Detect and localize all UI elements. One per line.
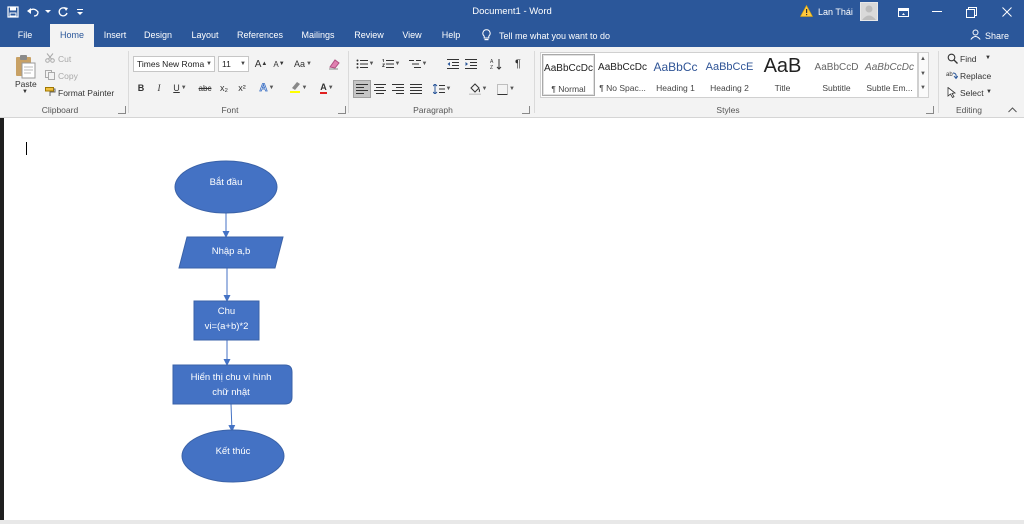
output-label-line1: Hiển thị chu vi hình xyxy=(190,372,272,383)
end-label: Kết thúc xyxy=(215,446,251,457)
connector-arrow[interactable] xyxy=(228,403,236,432)
process-label-line1: Chu xyxy=(217,306,236,317)
input-label: Nhập a,b xyxy=(211,246,251,257)
output-label-line2: chữ nhật xyxy=(212,387,250,398)
status-bar-edge xyxy=(0,520,1024,524)
flowchart xyxy=(172,160,293,483)
start-label: Bắt đầu xyxy=(209,177,243,188)
process-label-line2: vi=(a+b)*2 xyxy=(204,321,249,332)
